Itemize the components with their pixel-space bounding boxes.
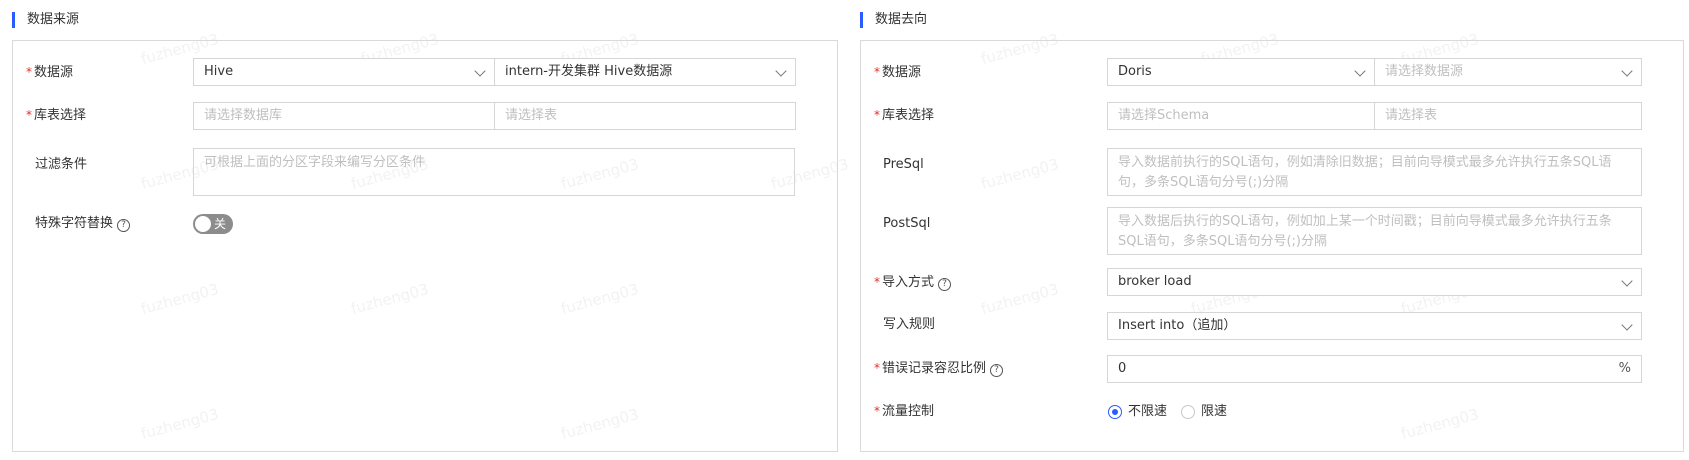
error-ratio-label: * 错误记录容忍比例?: [874, 358, 1004, 378]
flow-control-label: * 流量控制: [874, 401, 934, 421]
write-rule-value: Insert into（追加）: [1118, 318, 1237, 333]
postsql-textarea[interactable]: 导入数据后执行的SQL语句，例如加上某一个时间戳；目前向导模式最多允许执行五条S…: [1107, 207, 1642, 255]
chevron-down-icon: [1621, 275, 1633, 287]
chevron-down-icon: [474, 65, 486, 77]
error-ratio-input[interactable]: 0 %: [1107, 355, 1642, 383]
toggle-knob: [195, 216, 211, 232]
help-icon[interactable]: ?: [990, 364, 1004, 377]
target-table-placeholder: 请选择表: [1385, 108, 1438, 123]
target-datasource-placeholder: 请选择数据源: [1385, 64, 1464, 79]
source-table-label-text: 库表选择: [34, 108, 87, 123]
source-datasource-type-value: Hive: [204, 64, 234, 79]
source-filter-textarea[interactable]: 可根据上面的分区字段来编写分区条件: [193, 148, 795, 196]
target-datasource-label-text: 数据源: [882, 65, 922, 80]
source-filter-label: 过滤条件: [35, 157, 88, 172]
import-method-value: broker load: [1118, 274, 1192, 289]
error-ratio-label-text: 错误记录容忍比例: [882, 361, 987, 376]
source-database-select[interactable]: 请选择数据库: [193, 102, 495, 130]
import-method-label-text: 导入方式: [882, 275, 935, 290]
chevron-down-icon: [775, 65, 787, 77]
special-char-toggle[interactable]: 关: [193, 214, 233, 234]
import-method-label: * 导入方式?: [874, 272, 952, 292]
source-section-title: 数据来源: [12, 12, 79, 28]
target-datasource-label: * 数据源: [874, 62, 921, 82]
target-datasource-type-value: Doris: [1118, 64, 1152, 79]
radio-limited-label[interactable]: 限速: [1201, 402, 1227, 422]
target-table-label: * 库表选择: [874, 105, 934, 125]
radio-unlimited-label[interactable]: 不限速: [1128, 402, 1167, 422]
import-method-select[interactable]: broker load: [1107, 268, 1642, 296]
required-mark: *: [874, 275, 880, 289]
target-schema-select[interactable]: 请选择Schema: [1107, 102, 1375, 130]
required-mark: *: [874, 65, 880, 79]
target-datasource-type-select[interactable]: Doris: [1107, 58, 1375, 86]
write-rule-label: 写入规则: [883, 317, 936, 332]
target-table-select[interactable]: 请选择表: [1374, 102, 1642, 130]
source-special-char-label: 特殊字符替换?: [35, 214, 131, 234]
percent-suffix: %: [1618, 361, 1631, 376]
source-datasource-cluster-value: intern-开发集群 Hive数据源: [505, 64, 673, 79]
required-mark: *: [874, 108, 880, 122]
required-mark: *: [26, 65, 32, 79]
chevron-down-icon: [1621, 65, 1633, 77]
help-icon[interactable]: ?: [938, 278, 952, 291]
toggle-text: 关: [214, 217, 227, 231]
source-filter-placeholder: 可根据上面的分区字段来编写分区条件: [204, 155, 426, 170]
chevron-down-icon: [1354, 65, 1366, 77]
write-rule-select[interactable]: Insert into（追加）: [1107, 312, 1642, 340]
presql-placeholder: 导入数据前执行的SQL语句，例如清除旧数据；目前向导模式最多允许执行五条SQL语…: [1118, 155, 1612, 190]
postsql-label: PostSql: [883, 216, 931, 231]
radio-limited[interactable]: [1181, 405, 1195, 419]
flow-control-label-text: 流量控制: [882, 404, 935, 419]
error-ratio-value: 0: [1118, 361, 1127, 376]
source-datasource-label-text: 数据源: [34, 65, 74, 80]
source-database-placeholder: 请选择数据库: [204, 108, 283, 123]
help-icon[interactable]: ?: [117, 219, 131, 232]
source-datasource-type-select[interactable]: Hive: [193, 58, 495, 86]
source-datasource-cluster-select[interactable]: intern-开发集群 Hive数据源: [494, 58, 796, 86]
source-table-select[interactable]: 请选择表: [494, 102, 796, 130]
postsql-placeholder: 导入数据后执行的SQL语句，例如加上某一个时间戳；目前向导模式最多允许执行五条S…: [1118, 214, 1612, 249]
chevron-down-icon: [1621, 319, 1633, 331]
radio-unlimited[interactable]: [1108, 405, 1122, 419]
target-section-title: 数据去向: [860, 12, 927, 28]
source-datasource-label: * 数据源: [26, 62, 73, 82]
required-mark: *: [874, 404, 880, 418]
source-table-placeholder: 请选择表: [505, 108, 558, 123]
source-special-char-label-text: 特殊字符替换: [35, 216, 114, 231]
target-schema-placeholder: 请选择Schema: [1118, 108, 1210, 123]
presql-label: PreSql: [883, 157, 924, 172]
presql-textarea[interactable]: 导入数据前执行的SQL语句，例如清除旧数据；目前向导模式最多允许执行五条SQL语…: [1107, 148, 1642, 196]
source-table-label: * 库表选择: [26, 105, 86, 125]
target-table-label-text: 库表选择: [882, 108, 935, 123]
required-mark: *: [26, 108, 32, 122]
target-datasource-select[interactable]: 请选择数据源: [1374, 58, 1642, 86]
required-mark: *: [874, 361, 880, 375]
